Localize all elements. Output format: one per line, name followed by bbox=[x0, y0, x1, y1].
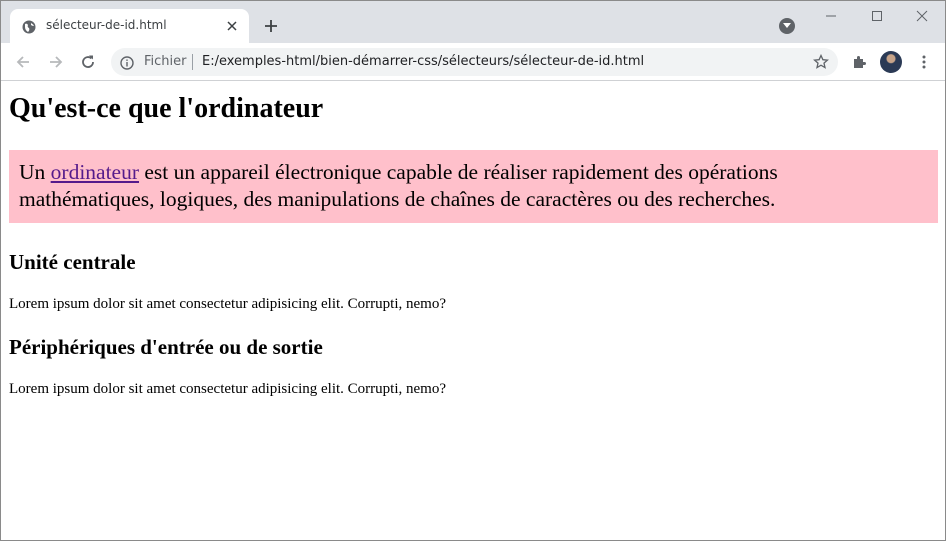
tab-active[interactable]: sélecteur-de-id.html bbox=[10, 9, 249, 43]
chevron-down-icon[interactable] bbox=[779, 18, 795, 34]
section-text: Lorem ipsum dolor sit amet consectetur a… bbox=[9, 381, 446, 397]
section-heading: Périphériques d'entrée ou de sortie bbox=[9, 335, 323, 359]
toolbar: Fichier E:/exemples-html/bien-démarrer-c… bbox=[1, 43, 945, 81]
intro-box: Un ordinateur est un appareil électroniq… bbox=[9, 150, 938, 223]
star-icon[interactable] bbox=[813, 53, 829, 74]
url-text[interactable]: E:/exemples-html/bien-démarrer-css/sélec… bbox=[202, 54, 644, 69]
intro-line-1-rest: est un appareil électronique capable de … bbox=[139, 160, 778, 184]
forward-arrow-icon[interactable] bbox=[44, 50, 68, 74]
intro-line-2: mathématiques, logiques, des manipulatio… bbox=[19, 187, 776, 211]
info-icon[interactable] bbox=[120, 55, 134, 74]
globe-icon bbox=[22, 19, 36, 34]
maximize-icon[interactable] bbox=[854, 1, 900, 31]
address-bar[interactable]: Fichier E:/exemples-html/bien-démarrer-c… bbox=[111, 48, 838, 76]
back-arrow-icon[interactable] bbox=[11, 50, 35, 74]
reload-icon[interactable] bbox=[76, 50, 100, 74]
tab-title: sélecteur-de-id.html bbox=[46, 18, 167, 32]
avatar[interactable] bbox=[880, 51, 902, 73]
browser-window: sélecteur-de-id.html Fichier E:/exemples… bbox=[0, 0, 946, 541]
section-heading: Unité centrale bbox=[9, 250, 136, 274]
plus-icon[interactable] bbox=[261, 16, 281, 36]
page-content: Qu'est-ce que l'ordinateur Un ordinateur… bbox=[1, 81, 945, 540]
close-icon[interactable] bbox=[223, 17, 241, 35]
divider bbox=[192, 54, 193, 70]
more-vert-icon[interactable] bbox=[912, 50, 936, 74]
minimize-icon[interactable] bbox=[808, 1, 854, 31]
tab-strip: sélecteur-de-id.html bbox=[1, 1, 945, 43]
scheme-label: Fichier bbox=[144, 54, 187, 69]
page-title: Qu'est-ce que l'ordinateur bbox=[9, 93, 324, 124]
close-window-icon[interactable] bbox=[899, 1, 945, 31]
puzzle-icon[interactable] bbox=[847, 50, 871, 74]
ordinateur-link[interactable]: ordinateur bbox=[51, 160, 139, 184]
intro-line-1: Un ordinateur est un appareil électroniq… bbox=[19, 159, 928, 186]
intro-prefix: Un bbox=[19, 160, 51, 184]
section-text: Lorem ipsum dolor sit amet consectetur a… bbox=[9, 296, 446, 312]
